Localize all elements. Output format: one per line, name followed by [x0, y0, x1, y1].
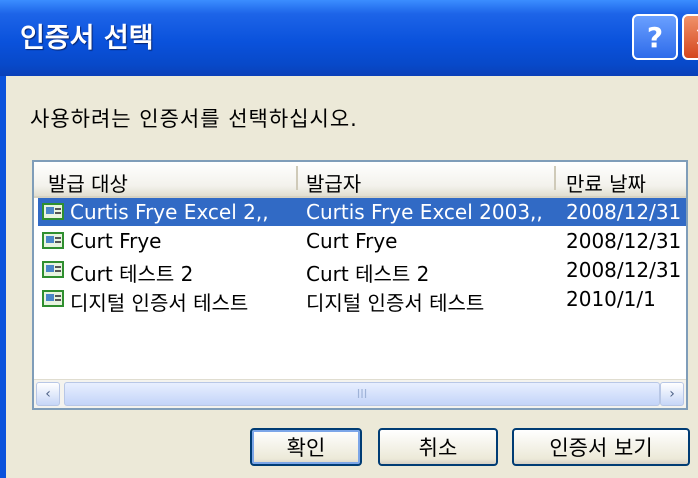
column-divider[interactable]	[296, 166, 298, 190]
issued-to: Curt 테스트 2	[70, 262, 194, 286]
certificate-icon	[42, 290, 64, 307]
window-border	[0, 76, 6, 478]
expiration-date: 2008/12/31	[566, 229, 682, 253]
issuer: 디지털 인증서 테스트	[306, 291, 485, 315]
certificate-icon	[42, 203, 64, 220]
scroll-right-button[interactable]: ›	[660, 382, 684, 406]
certificate-icon	[42, 232, 64, 249]
window-title: 인증서 선택	[20, 23, 154, 54]
issued-to: Curt Frye	[70, 229, 162, 253]
scrollbar-thumb[interactable]: III	[64, 382, 660, 406]
horizontal-scrollbar[interactable]: ‹ III ›	[34, 379, 686, 408]
issuer: Curtis Frye Excel 2003,,	[306, 200, 543, 224]
help-button[interactable]: ?	[632, 14, 678, 60]
column-header-expiration[interactable]: 만료 날짜	[566, 168, 646, 197]
certificate-dialog: 인증서 선택 ? ✕ 사용하려는 인증서를 선택하십시오. 발급 대상 발급자 …	[0, 0, 698, 478]
issued-to: 디지털 인증서 테스트	[70, 291, 249, 315]
expiration-date: 2008/12/31	[566, 258, 682, 282]
chevron-left-icon: ‹	[45, 386, 51, 402]
scrollbar-grip: III	[356, 387, 368, 401]
list-item-selected[interactable]: Curtis Frye Excel 2,, Curtis Frye Excel …	[38, 198, 686, 226]
list-item[interactable]: 디지털 인증서 테스트 디지털 인증서 테스트 2010/1/1	[38, 285, 686, 315]
certificate-list[interactable]: 발급 대상 발급자 만료 날짜 Curtis Frye Excel 2,, Cu…	[32, 160, 688, 410]
expiration-date: 2008/12/31	[566, 200, 682, 224]
list-item[interactable]: Curt Frye Curt Frye 2008/12/31	[38, 227, 686, 255]
column-divider[interactable]	[554, 166, 556, 190]
scroll-left-button[interactable]: ‹	[36, 382, 60, 406]
list-header: 발급 대상 발급자 만료 날짜	[34, 162, 686, 198]
list-item[interactable]: Curt 테스트 2 Curt 테스트 2 2008/12/31	[38, 256, 686, 286]
close-button[interactable]: ✕	[682, 14, 698, 60]
cancel-button[interactable]: 취소	[378, 428, 498, 466]
title-bar[interactable]: 인증서 선택 ? ✕	[0, 0, 698, 76]
instruction-text: 사용하려는 인증서를 선택하십시오.	[30, 107, 358, 131]
expiration-date: 2010/1/1	[566, 287, 656, 311]
issuer: Curt Frye	[306, 229, 398, 253]
chevron-right-icon: ›	[669, 386, 675, 402]
certificate-icon	[42, 261, 64, 278]
ok-button[interactable]: 확인	[250, 428, 362, 466]
view-certificate-button[interactable]: 인증서 보기	[512, 428, 690, 466]
column-header-issued-to[interactable]: 발급 대상	[48, 168, 128, 197]
column-header-issuer[interactable]: 발급자	[306, 168, 361, 197]
issuer: Curt 테스트 2	[306, 262, 430, 286]
issued-to: Curtis Frye Excel 2,,	[70, 200, 269, 224]
